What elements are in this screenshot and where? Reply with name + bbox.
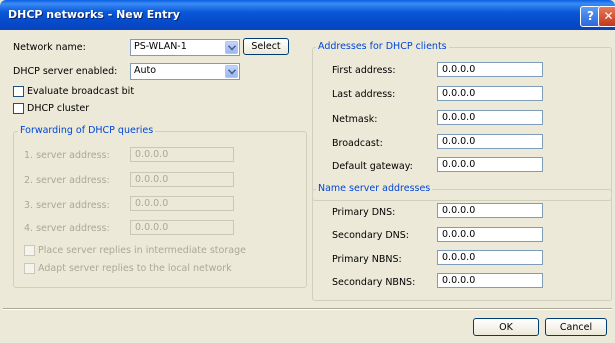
default-gateway-field[interactable]: 0.0.0.0 [437, 157, 543, 172]
server-1-label: 1. server address: [24, 150, 110, 161]
primary-nbns-label: Primary NBNS: [332, 254, 402, 265]
dialog-window: DHCP networks - New Entry ? ✕ Network na… [0, 0, 615, 343]
secondary-dns-field[interactable]: 0.0.0.0 [437, 227, 543, 242]
window-title: DHCP networks - New Entry [8, 8, 180, 21]
select-button[interactable]: Select [243, 38, 289, 55]
broadcast-label: Broadcast: [332, 138, 383, 149]
broadcast-field[interactable]: 0.0.0.0 [437, 134, 543, 149]
ok-button[interactable]: OK [473, 318, 539, 336]
secondary-dns-label: Secondary DNS: [332, 230, 409, 241]
evaluate-broadcast-label: Evaluate broadcast bit [27, 86, 135, 97]
nameserver-group-title: Name server addresses [316, 183, 433, 194]
footer-separator [3, 308, 612, 310]
server-1-field[interactable]: 0.0.0.0 [130, 147, 234, 162]
cancel-button[interactable]: Cancel [545, 318, 607, 336]
primary-dns-field[interactable]: 0.0.0.0 [437, 203, 543, 218]
last-address-field[interactable]: 0.0.0.0 [437, 86, 543, 101]
network-name-combo[interactable]: PS-WLAN-1 [130, 39, 240, 56]
netmask-field[interactable]: 0.0.0.0 [437, 110, 543, 125]
evaluate-broadcast-checkbox[interactable] [13, 86, 24, 97]
adapt-replies-label: Adapt server replies to the local networ… [38, 263, 232, 274]
dhcp-enabled-combo[interactable]: Auto [130, 63, 240, 80]
server-3-label: 3. server address: [24, 200, 110, 211]
first-address-field[interactable]: 0.0.0.0 [437, 62, 543, 77]
adapt-replies-checkbox[interactable] [24, 263, 35, 274]
title-bar[interactable]: DHCP networks - New Entry ? ✕ [0, 0, 615, 30]
server-3-field[interactable]: 0.0.0.0 [130, 196, 234, 211]
default-gateway-label: Default gateway: [332, 161, 413, 172]
dialog-content: Network name: PS-WLAN-1 Select DHCP serv… [3, 30, 612, 340]
addresses-group-title: Addresses for DHCP clients [316, 41, 449, 52]
server-2-label: 2. server address: [24, 175, 110, 186]
place-replies-checkbox[interactable] [24, 245, 35, 256]
first-address-label: First address: [332, 65, 396, 76]
last-address-label: Last address: [332, 89, 396, 100]
dhcp-enabled-value: Auto [134, 65, 157, 76]
network-name-label: Network name: [13, 42, 86, 53]
dhcp-cluster-checkbox[interactable] [13, 103, 24, 114]
forwarding-group-title: Forwarding of DHCP queries [18, 125, 156, 136]
server-4-field[interactable]: 0.0.0.0 [130, 220, 234, 235]
primary-dns-label: Primary DNS: [332, 207, 396, 218]
chevron-down-icon[interactable] [225, 41, 238, 54]
place-replies-label: Place server replies in intermediate sto… [38, 245, 246, 256]
network-name-value: PS-WLAN-1 [134, 41, 187, 52]
server-2-field[interactable]: 0.0.0.0 [130, 172, 234, 187]
close-button[interactable]: ✕ [598, 6, 615, 27]
server-4-label: 4. server address: [24, 223, 110, 234]
primary-nbns-field[interactable]: 0.0.0.0 [437, 250, 543, 265]
dhcp-enabled-label: DHCP server enabled: [13, 66, 118, 77]
netmask-label: Netmask: [332, 114, 378, 125]
dhcp-cluster-label: DHCP cluster [27, 103, 90, 114]
chevron-down-icon[interactable] [225, 65, 238, 78]
secondary-nbns-label: Secondary NBNS: [332, 277, 416, 288]
secondary-nbns-field[interactable]: 0.0.0.0 [437, 273, 543, 288]
